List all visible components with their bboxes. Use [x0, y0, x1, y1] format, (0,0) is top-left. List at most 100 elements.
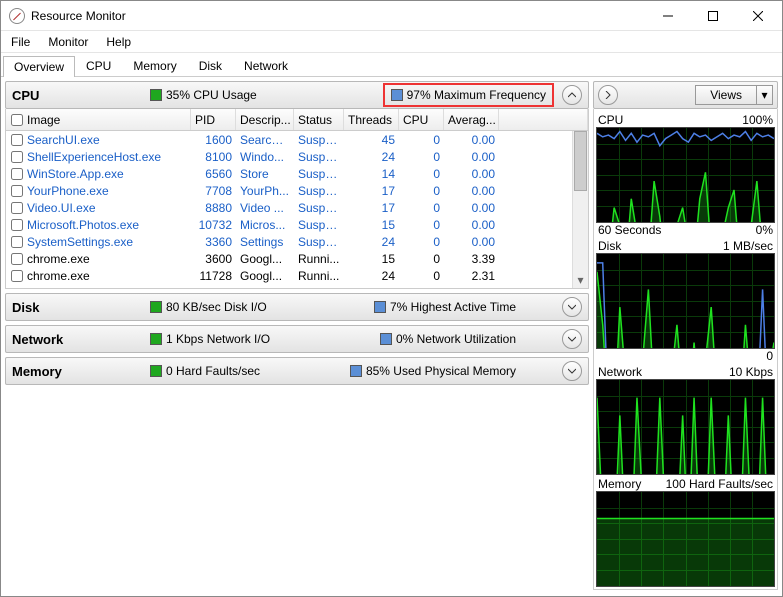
cell-cpu: 0 [399, 218, 444, 232]
scrollbar-thumb[interactable] [574, 131, 587, 191]
col-threads[interactable]: Threads [344, 109, 399, 130]
tab-cpu[interactable]: CPU [75, 55, 122, 76]
tab-network[interactable]: Network [233, 55, 299, 76]
disk-io-label: 80 KB/sec Disk I/O [166, 300, 267, 314]
disk-panel-header[interactable]: Disk 80 KB/sec Disk I/O 7% Highest Activ… [5, 293, 589, 321]
chart-canvas [596, 491, 775, 587]
network-util-label: 0% Network Utilization [396, 332, 516, 346]
close-button[interactable] [735, 2, 780, 30]
network-panel-title: Network [12, 332, 142, 347]
minimize-button[interactable] [645, 2, 690, 30]
table-row[interactable]: Video.UI.exe8880Video ...Suspe...1700.00 [6, 199, 588, 216]
menu-bar: File Monitor Help [1, 31, 782, 53]
menu-help[interactable]: Help [102, 33, 135, 51]
cell-threads: 45 [344, 133, 399, 147]
chart-canvas [596, 127, 775, 223]
menu-monitor[interactable]: Monitor [44, 33, 92, 51]
memory-used-label: 85% Used Physical Memory [366, 364, 516, 378]
col-status[interactable]: Status [294, 109, 344, 130]
chart-foot-left: 60 Seconds [598, 223, 661, 237]
table-row[interactable]: SystemSettings.exe3360SettingsSuspe...24… [6, 233, 588, 250]
cell-status: Suspe... [294, 184, 344, 198]
blue-swatch-icon [350, 365, 362, 377]
cell-threads: 15 [344, 218, 399, 232]
cell-threads: 24 [344, 150, 399, 164]
cell-image: Microsoft.Photos.exe [6, 218, 191, 232]
maximize-button[interactable] [690, 2, 735, 30]
cell-desc: Micros... [236, 218, 294, 232]
row-checkbox[interactable] [11, 168, 23, 180]
col-cpu[interactable]: CPU [399, 109, 444, 130]
row-checkbox[interactable] [11, 185, 23, 197]
cell-desc: Googl... [236, 252, 294, 266]
table-row[interactable]: Microsoft.Photos.exe10732Micros...Suspe.… [6, 216, 588, 233]
table-row[interactable]: YourPhone.exe7708YourPh...Suspe...1700.0… [6, 182, 588, 199]
charts-pane-header: Views ▾ [593, 81, 778, 109]
vertical-scrollbar[interactable]: ▴ ▾ [572, 131, 588, 288]
table-row[interactable]: SearchUI.exe1600Search ...Suspe...4500.0… [6, 131, 588, 148]
cell-pid: 8880 [191, 201, 236, 215]
title-bar: Resource Monitor [1, 1, 782, 31]
cell-image: SystemSettings.exe [6, 235, 191, 249]
collapse-charts-button[interactable] [598, 85, 618, 105]
cell-status: Suspe... [294, 218, 344, 232]
row-checkbox[interactable] [11, 236, 23, 248]
memory-panel-title: Memory [12, 364, 142, 379]
cpu-panel-header[interactable]: CPU 35% CPU Usage 97% Maximum Frequency [5, 81, 589, 109]
cell-image: Video.UI.exe [6, 201, 191, 215]
views-button[interactable]: Views ▾ [695, 85, 773, 105]
cell-pid: 8100 [191, 150, 236, 164]
blue-swatch-icon [391, 89, 403, 101]
memory-panel-header[interactable]: Memory 0 Hard Faults/sec 85% Used Physic… [5, 357, 589, 385]
chart-title: Disk [598, 239, 621, 253]
table-row[interactable]: WinStore.App.exe6560StoreSuspe...1400.00 [6, 165, 588, 182]
chart-scale: 10 Kbps [729, 365, 773, 379]
expand-network-button[interactable] [562, 329, 582, 349]
memory-faults-label: 0 Hard Faults/sec [166, 364, 260, 378]
chart-scale: 100 Hard Faults/sec [666, 477, 773, 491]
cell-desc: Googl... [236, 269, 294, 283]
tab-bar: Overview CPU Memory Disk Network [1, 53, 782, 77]
cell-threads: 14 [344, 167, 399, 181]
tab-disk[interactable]: Disk [188, 55, 233, 76]
views-dropdown-arrow-icon[interactable]: ▾ [756, 86, 772, 104]
scroll-down-arrow-icon[interactable]: ▾ [573, 272, 588, 288]
row-checkbox[interactable] [11, 219, 23, 231]
expand-disk-button[interactable] [562, 297, 582, 317]
cpu-table-header: Image PID Descrip... Status Threads CPU … [6, 109, 588, 131]
chart-title: CPU [598, 113, 623, 127]
green-swatch-icon [150, 365, 162, 377]
collapse-cpu-button[interactable] [562, 85, 582, 105]
col-desc[interactable]: Descrip... [236, 109, 294, 130]
cell-status: Suspe... [294, 201, 344, 215]
chart-scale: 100% [742, 113, 773, 127]
row-checkbox[interactable] [11, 253, 23, 265]
row-checkbox[interactable] [11, 134, 23, 146]
chart-foot-right: 0% [756, 223, 773, 237]
menu-file[interactable]: File [7, 33, 34, 51]
cell-cpu: 0 [399, 252, 444, 266]
col-image[interactable]: Image [6, 109, 191, 130]
tab-memory[interactable]: Memory [122, 55, 187, 76]
select-all-checkbox[interactable] [11, 114, 23, 126]
row-checkbox[interactable] [11, 270, 23, 282]
col-pid[interactable]: PID [191, 109, 236, 130]
chart-canvas [596, 379, 775, 475]
row-checkbox[interactable] [11, 202, 23, 214]
network-io-label: 1 Kbps Network I/O [166, 332, 270, 346]
cell-threads: 17 [344, 201, 399, 215]
cell-status: Suspe... [294, 150, 344, 164]
tab-overview[interactable]: Overview [3, 56, 75, 77]
cell-pid: 3360 [191, 235, 236, 249]
table-row[interactable]: ShellExperienceHost.exe8100Windo...Suspe… [6, 148, 588, 165]
expand-memory-button[interactable] [562, 361, 582, 381]
network-panel-header[interactable]: Network 1 Kbps Network I/O 0% Network Ut… [5, 325, 589, 353]
cell-desc: YourPh... [236, 184, 294, 198]
table-row[interactable]: chrome.exe11728Googl...Runni...2402.31 [6, 267, 588, 284]
row-checkbox[interactable] [11, 151, 23, 163]
cell-desc: Settings [236, 235, 294, 249]
window-title: Resource Monitor [31, 9, 645, 23]
cell-cpu: 0 [399, 133, 444, 147]
table-row[interactable]: chrome.exe3600Googl...Runni...1503.39 [6, 250, 588, 267]
col-avg[interactable]: Averag... [444, 109, 499, 130]
